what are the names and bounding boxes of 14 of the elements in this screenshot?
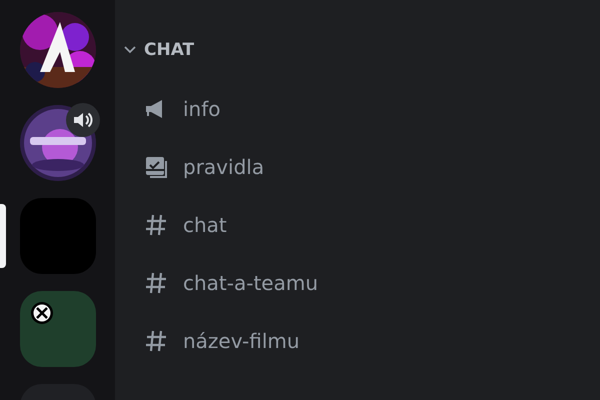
channel-item[interactable]: pravidla: [144, 147, 600, 186]
console-logo-icon: [30, 301, 54, 325]
category-header[interactable]: CHAT: [115, 40, 600, 60]
channel-item[interactable]: chat: [144, 205, 600, 244]
chevron-icon: [124, 46, 136, 54]
server-icon[interactable]: [20, 291, 96, 367]
channel-item[interactable]: název-filmu: [144, 321, 600, 360]
hashtag-icon: [144, 328, 168, 352]
channel-item[interactable]: info: [144, 89, 600, 128]
channel-item[interactable]: chat-a-teamu: [144, 263, 600, 302]
checklist-icon: [144, 154, 168, 178]
hashtag-icon: [144, 212, 168, 236]
speaker-icon: [73, 111, 93, 129]
hashtag-icon: [144, 270, 168, 294]
